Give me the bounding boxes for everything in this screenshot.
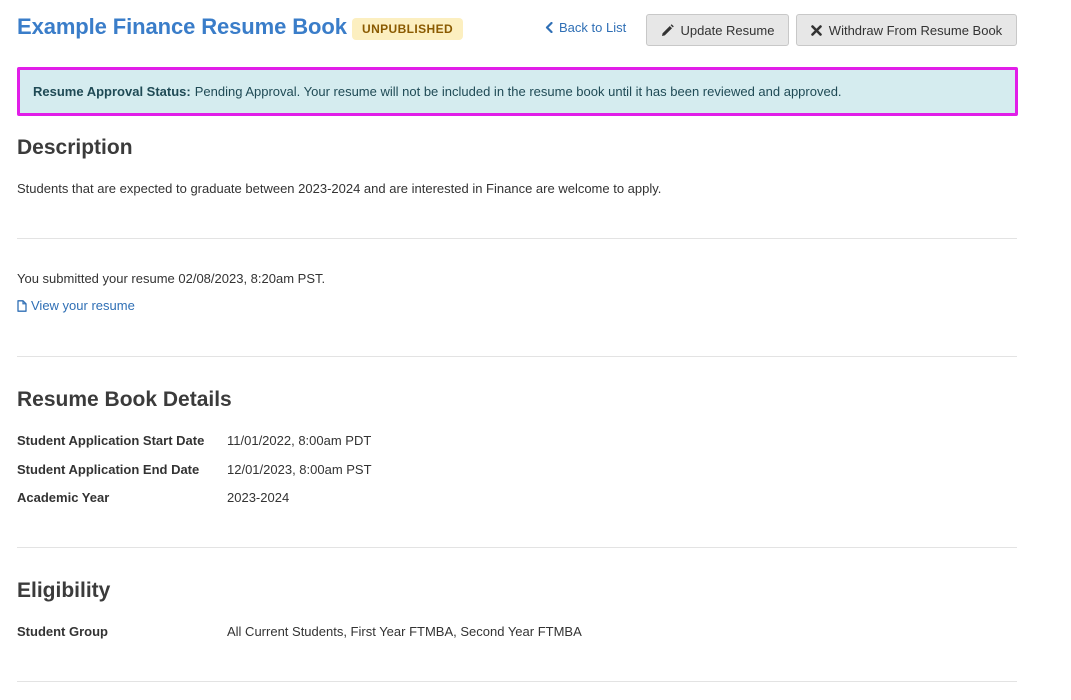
approval-status-message: Pending Approval. Your resume will not b…	[194, 84, 842, 99]
detail-row-student-group: Student Group All Current Students, Firs…	[17, 624, 1017, 642]
divider	[17, 681, 1017, 682]
detail-row-end-date: Student Application End Date 12/01/2023,…	[17, 462, 1017, 480]
eligibility-heading: Eligibility	[17, 579, 111, 602]
back-to-list-label: Back to List	[559, 20, 627, 35]
description-text: Students that are expected to graduate b…	[17, 181, 662, 196]
submission-text: You submitted your resume 02/08/2023, 8:…	[17, 271, 326, 286]
detail-row-start-date: Student Application Start Date 11/01/202…	[17, 433, 1017, 451]
divider	[17, 238, 1017, 239]
approval-status-banner: Resume Approval Status: Pending Approval…	[17, 67, 1018, 116]
page-header: Example Finance Resume Book UNPUBLISHED …	[17, 12, 1017, 48]
divider	[17, 547, 1017, 548]
x-icon	[810, 24, 822, 36]
withdraw-button[interactable]: Withdraw From Resume Book	[796, 14, 1017, 46]
view-resume-link[interactable]: View your resume	[17, 298, 135, 313]
divider	[17, 356, 1017, 357]
detail-row-academic-year: Academic Year 2023-2024	[17, 490, 1017, 508]
approval-status-label: Resume Approval Status:	[33, 84, 191, 99]
view-resume-label: View your resume	[31, 298, 135, 313]
file-icon	[17, 299, 27, 312]
detail-value: 2023-2024	[227, 490, 290, 505]
detail-label: Student Application End Date	[17, 462, 200, 477]
resume-book-page: Example Finance Resume Book UNPUBLISHED …	[0, 0, 1071, 700]
detail-label: Academic Year	[17, 490, 110, 505]
detail-value: 12/01/2023, 8:00am PST	[227, 462, 372, 477]
description-heading: Description	[17, 136, 133, 159]
pencil-icon	[661, 23, 674, 37]
resume-book-details-heading: Resume Book Details	[17, 388, 232, 411]
detail-label: Student Group	[17, 624, 108, 639]
back-to-list-link[interactable]: Back to List	[545, 20, 626, 35]
update-resume-button[interactable]: Update Resume	[646, 14, 789, 46]
detail-value: All Current Students, First Year FTMBA, …	[227, 624, 582, 639]
status-badge: UNPUBLISHED	[352, 18, 464, 40]
detail-value: 11/01/2022, 8:00am PDT	[227, 433, 372, 448]
page-title: Example Finance Resume Book	[17, 14, 347, 39]
detail-label: Student Application Start Date	[17, 433, 205, 448]
withdraw-label: Withdraw From Resume Book	[828, 22, 1003, 38]
chevron-left-icon	[545, 22, 553, 33]
update-resume-label: Update Resume	[680, 22, 775, 38]
